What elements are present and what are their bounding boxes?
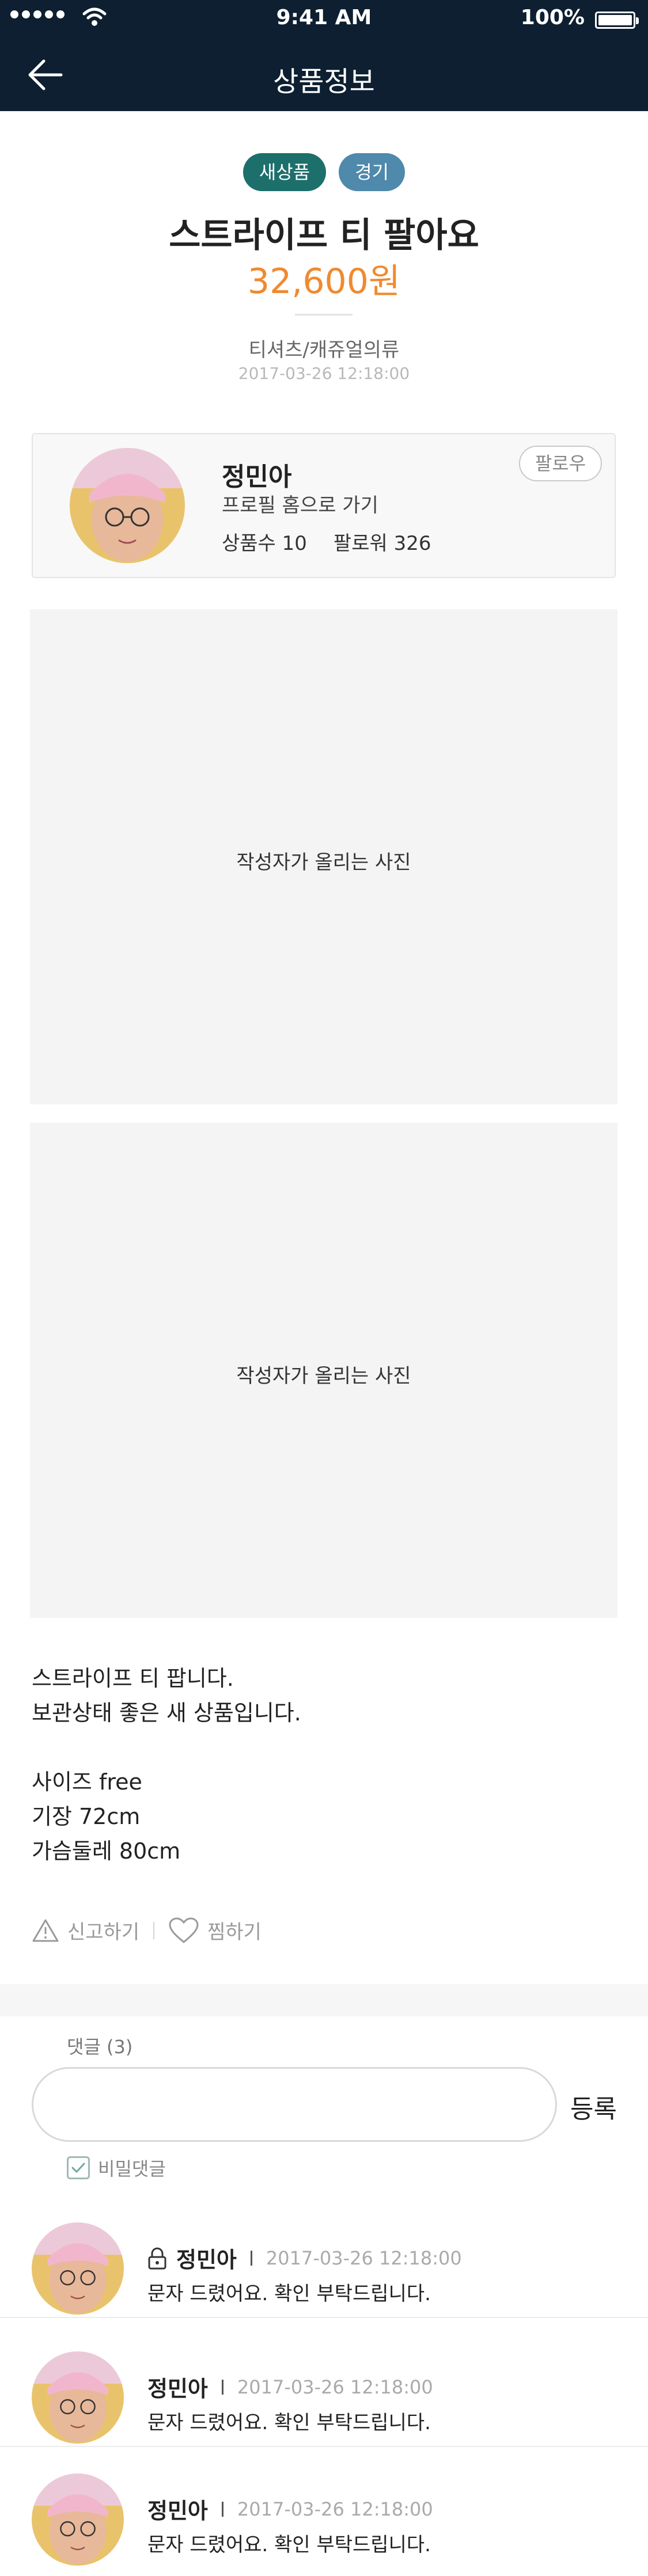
description-line: 보관상태 좋은 새 상품입니다. — [32, 1700, 301, 1726]
comment-meta: 정민아 2017-03-26 12:18:00 — [147, 2371, 433, 2403]
comment-item: 정민아 2017-03-26 12:18:00 문자 드렸어요. 확인 부탁드립… — [0, 2447, 648, 2576]
description-line: 기장 72cm — [32, 1804, 141, 1829]
heart-icon — [169, 1917, 199, 1943]
seller-avatar[interactable] — [70, 448, 185, 563]
commenter-name: 정민아 — [176, 2247, 237, 2273]
comment-count: 댓글 (3) — [67, 2036, 133, 2058]
region-tag: 경기 — [339, 153, 406, 191]
check-icon — [71, 2163, 85, 2173]
status-bar: 9:41 AM 100% — [0, 0, 648, 38]
comment-date: 2017-03-26 12:18:00 — [237, 2376, 433, 2398]
photo-caption: 작성자가 올리는 사진 — [236, 851, 411, 874]
commenter-avatar[interactable] — [32, 2222, 124, 2315]
secret-label: 비밀댓글 — [98, 2158, 166, 2180]
app-header: 9:41 AM 100% 상품정보 — [0, 0, 648, 111]
product-title: 스트라이프 티 팔아요 — [169, 215, 479, 256]
product-actions: 신고하기 찜하기 — [32, 1916, 262, 1944]
product-photo[interactable]: 작성자가 올리는 사진 — [30, 1123, 617, 1618]
commenter-name: 정민아 — [147, 2498, 208, 2524]
section-divider — [0, 1984, 648, 2016]
page-title: 상품정보 — [273, 66, 375, 98]
comment-text: 문자 드렸어요. 확인 부탁드립니다. — [147, 2411, 431, 2434]
like-button[interactable]: 찜하기 — [168, 1916, 262, 1944]
comment-meta: 정민아 2017-03-26 12:18:00 — [147, 2493, 433, 2525]
divider — [153, 1921, 155, 1939]
product-count: 상품수 10 — [222, 532, 307, 555]
divider — [295, 314, 353, 316]
comment-date: 2017-03-26 12:18:00 — [266, 2247, 462, 2269]
secret-comment-toggle[interactable]: 비밀댓글 — [67, 2155, 166, 2181]
battery-icon — [595, 12, 639, 29]
comment-date: 2017-03-26 12:18:00 — [237, 2498, 433, 2520]
product-tags: 새상품 경기 — [0, 153, 648, 191]
comment-text: 문자 드렸어요. 확인 부탁드립니다. — [147, 2533, 431, 2556]
comment-meta: 정민아 2017-03-26 12:18:00 — [147, 2242, 462, 2274]
comment-item: 정민아 2017-03-26 12:18:00 문자 드렸어요. 확인 부탁드립… — [0, 2325, 648, 2454]
divider — [250, 2250, 252, 2266]
condition-tag: 새상품 — [242, 153, 327, 191]
product-category: 티셔츠/캐쥬얼의류 — [248, 339, 400, 362]
commenter-avatar[interactable] — [32, 2351, 124, 2444]
description-line: 가슴둘레 80cm — [32, 1838, 181, 1864]
like-label: 찜하기 — [207, 1921, 262, 1944]
commenter-name: 정민아 — [147, 2376, 208, 2402]
description-line — [32, 1730, 301, 1765]
warning-icon — [32, 1919, 59, 1942]
comment-text: 문자 드렸어요. 확인 부탁드립니다. — [147, 2282, 431, 2305]
seller-stats: 상품수 10 팔로워 326 — [222, 527, 431, 556]
product-date: 2017-03-26 12:18:00 — [238, 364, 410, 383]
divider — [221, 2501, 223, 2517]
nav-bar: 상품정보 — [0, 38, 648, 111]
secret-checkbox[interactable] — [67, 2156, 90, 2179]
description-line: 사이즈 free — [32, 1769, 142, 1795]
photo-caption: 작성자가 올리는 사진 — [236, 1365, 411, 1388]
follow-button[interactable]: 팔로우 — [519, 446, 602, 481]
lock-icon — [148, 2247, 166, 2269]
divider — [221, 2379, 223, 2395]
description-line: 스트라이프 티 팝니다. — [32, 1666, 234, 1691]
comment-item: 정민아 2017-03-26 12:18:00 문자 드렸어요. 확인 부탁드립… — [0, 2196, 648, 2325]
follower-count: 팔로워 326 — [333, 532, 431, 555]
comment-input[interactable] — [32, 2067, 557, 2142]
product-photo[interactable]: 작성자가 올리는 사진 — [30, 609, 617, 1104]
seller-card[interactable]: 정민아 프로필 홈으로 가기 상품수 10 팔로워 326 팔로우 — [32, 433, 616, 578]
report-label: 신고하기 — [67, 1921, 140, 1944]
profile-home-link[interactable]: 프로필 홈으로 가기 — [222, 489, 378, 518]
product-description: 스트라이프 티 팝니다. 보관상태 좋은 새 상품입니다. 사이즈 free 기… — [32, 1661, 301, 1868]
report-button[interactable]: 신고하기 — [32, 1916, 139, 1944]
register-button[interactable]: 등록 — [570, 2088, 617, 2125]
commenter-avatar[interactable] — [32, 2474, 124, 2566]
product-price: 32,600원 — [247, 261, 401, 302]
seller-name: 정민아 — [222, 462, 292, 492]
divider — [0, 2317, 648, 2318]
battery-percent: 100% — [520, 6, 585, 29]
